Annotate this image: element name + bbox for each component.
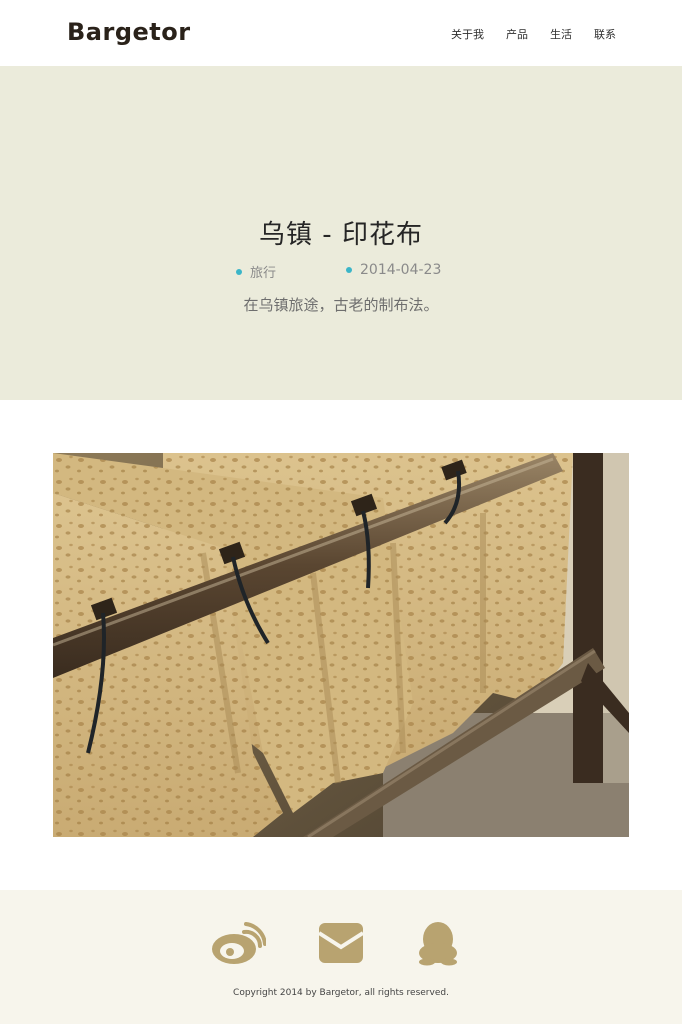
nav-item-life[interactable]: 生活 <box>550 26 572 42</box>
qq-icon[interactable] <box>410 918 466 968</box>
post-hero: 乌镇 - 印花布 旅行 2014-04-23 在乌镇旅途，古老的制布法。 <box>0 66 682 400</box>
post-description: 在乌镇旅途，古老的制布法。 <box>243 296 439 314</box>
bullet-dot-icon <box>346 267 352 273</box>
site-logo[interactable]: Bargetor <box>67 18 191 46</box>
mail-icon[interactable] <box>313 918 369 968</box>
copyright-text: Copyright 2014 by Bargetor, all rights r… <box>233 988 449 998</box>
post-category[interactable]: 旅行 <box>236 262 276 281</box>
main-nav: 关于我 产品 生活 联系 <box>451 26 616 42</box>
weibo-icon[interactable] <box>210 918 266 968</box>
social-links <box>0 918 682 968</box>
site-header: Bargetor 关于我 产品 生活 联系 <box>0 0 682 66</box>
site-footer: Copyright 2014 by Bargetor, all rights r… <box>0 890 682 1024</box>
post-photo <box>53 453 629 837</box>
post-meta: 旅行 2014-04-23 <box>0 262 682 282</box>
nav-item-about[interactable]: 关于我 <box>451 26 484 42</box>
cloth-drying-image <box>53 453 629 837</box>
nav-item-contact[interactable]: 联系 <box>594 26 616 42</box>
bullet-dot-icon <box>236 268 242 275</box>
post-date: 2014-04-23 <box>346 262 441 278</box>
post-category-label: 旅行 <box>250 266 277 281</box>
post-date-label: 2014-04-23 <box>360 262 442 278</box>
post-title: 乌镇 - 印花布 <box>259 220 423 250</box>
nav-item-products[interactable]: 产品 <box>506 26 528 42</box>
